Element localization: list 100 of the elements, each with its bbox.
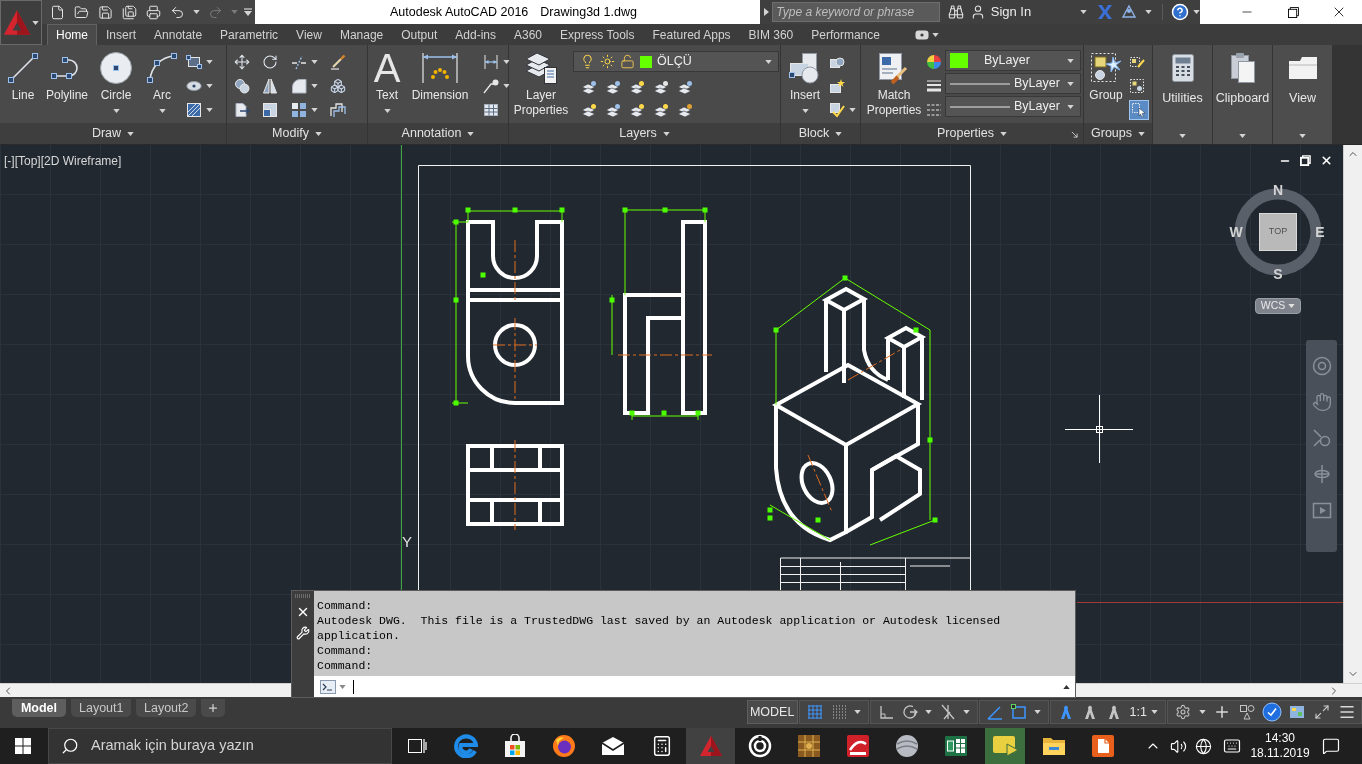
menu-icon[interactable] bbox=[1337, 703, 1356, 721]
brush-icon[interactable] bbox=[330, 54, 346, 70]
document-tile-icon[interactable] bbox=[1090, 734, 1115, 758]
caret-icon[interactable] bbox=[310, 60, 318, 64]
calculator-icon[interactable] bbox=[1170, 53, 1195, 83]
ribbon-tab[interactable]: Insert bbox=[97, 24, 146, 45]
insert-block-icon[interactable] bbox=[788, 51, 822, 85]
close-icon[interactable] bbox=[296, 605, 310, 619]
caret-icon[interactable] bbox=[1198, 710, 1206, 714]
caret-icon[interactable] bbox=[1151, 710, 1158, 714]
sphere-icon[interactable] bbox=[894, 734, 919, 758]
dimension-icon[interactable] bbox=[420, 51, 460, 85]
line-sample-icon[interactable] bbox=[950, 82, 1010, 85]
panel-title-button[interactable]: Annotation bbox=[401, 124, 475, 143]
linear-dimension-icon[interactable] bbox=[483, 54, 499, 70]
caret-icon[interactable] bbox=[32, 20, 39, 25]
settings-icon[interactable] bbox=[1174, 704, 1191, 720]
caret-icon[interactable] bbox=[206, 108, 213, 112]
trim-icon[interactable] bbox=[290, 54, 307, 70]
caret-icon[interactable] bbox=[1239, 134, 1246, 138]
circle-arrow-icon[interactable] bbox=[901, 704, 918, 720]
caret-icon[interactable] bbox=[1080, 10, 1088, 14]
block-shapes-icon[interactable] bbox=[829, 54, 845, 70]
triangle-nodes-icon[interactable] bbox=[1121, 4, 1138, 20]
group-tool-button[interactable]: Group bbox=[1086, 45, 1126, 123]
caret-icon[interactable] bbox=[1034, 710, 1042, 714]
caret-icon[interactable] bbox=[963, 710, 971, 714]
square-snap-icon[interactable] bbox=[1010, 704, 1027, 720]
help-icon[interactable] bbox=[1171, 3, 1189, 21]
shapes-icon[interactable] bbox=[1238, 704, 1255, 720]
caret-icon[interactable] bbox=[467, 131, 475, 136]
layers-icon[interactable] bbox=[524, 51, 558, 85]
caret-icon[interactable] bbox=[854, 710, 862, 714]
rotate-icon[interactable] bbox=[262, 54, 278, 70]
model-space-button[interactable]: MODEL bbox=[746, 700, 798, 724]
globe-icon[interactable] bbox=[1195, 737, 1212, 755]
line-weights-icon[interactable] bbox=[926, 78, 942, 94]
command-prompt-icon[interactable] bbox=[320, 679, 336, 694]
layer-stack-icon[interactable] bbox=[629, 79, 645, 96]
panel-title-button[interactable]: Modify bbox=[272, 124, 322, 143]
circle-tool-button[interactable]: Circle bbox=[92, 45, 140, 123]
lightbulb-icon[interactable] bbox=[580, 54, 595, 69]
shopping-bag-icon[interactable] bbox=[502, 734, 527, 758]
ribbon-tab[interactable]: Express Tools bbox=[551, 24, 644, 45]
ribbon-tab[interactable]: Add-ins bbox=[446, 24, 505, 45]
layer-stack-icon[interactable] bbox=[581, 79, 597, 96]
layer-stack-icon[interactable] bbox=[605, 102, 621, 119]
collapsed-panel-button[interactable]: Utilities bbox=[1153, 45, 1212, 144]
close-icon[interactable] bbox=[1320, 154, 1333, 167]
boxes-icon[interactable] bbox=[330, 78, 346, 94]
taskbar-search-field[interactable]: Aramak için buraya yazın bbox=[48, 728, 392, 764]
caret-icon[interactable] bbox=[662, 131, 670, 136]
expand-arrow-icon[interactable] bbox=[763, 8, 769, 16]
leader-icon[interactable] bbox=[483, 78, 499, 94]
sun-icon[interactable] bbox=[600, 54, 615, 69]
layer-stack-icon[interactable] bbox=[677, 102, 693, 119]
grid-icon[interactable] bbox=[806, 704, 823, 720]
right-angle-icon[interactable] bbox=[877, 704, 894, 720]
viewport-controls-label[interactable]: [-][Top][2D Wireframe] bbox=[4, 152, 122, 170]
layer-stack-icon[interactable] bbox=[653, 102, 669, 119]
ribbon-tab[interactable]: BIM 360 bbox=[739, 24, 803, 45]
four-arrows-icon[interactable] bbox=[234, 54, 250, 70]
ribbon-tab[interactable]: Performance bbox=[802, 24, 889, 45]
dimension-tool-button[interactable]: Dimension bbox=[407, 45, 473, 123]
browser-logo-icon[interactable] bbox=[453, 734, 478, 758]
caret-icon[interactable] bbox=[931, 32, 939, 37]
spreadsheet-icon[interactable] bbox=[943, 734, 968, 758]
compass-direction-label[interactable]: W bbox=[1229, 224, 1243, 240]
lineweight-dropdown[interactable]: ByLayer bbox=[945, 73, 1081, 94]
grip-dots-icon[interactable] bbox=[295, 594, 311, 598]
check-shapes-icon[interactable] bbox=[829, 102, 845, 118]
ribbon-tab[interactable]: Annotate bbox=[145, 24, 212, 45]
collapsed-panel-button[interactable]: Clipboard bbox=[1213, 45, 1272, 144]
layout-tab[interactable]: Model bbox=[12, 699, 66, 717]
block-star-icon[interactable] bbox=[829, 78, 845, 94]
panel-toggle-icon[interactable] bbox=[914, 29, 929, 40]
layout-tab[interactable]: Layout1 bbox=[71, 699, 131, 717]
plus-icon[interactable] bbox=[207, 702, 219, 714]
dashed-box-pencil-icon[interactable] bbox=[1129, 54, 1145, 70]
text-tool-button[interactable]: A Text bbox=[371, 45, 403, 123]
layer-stack-icon[interactable] bbox=[629, 102, 645, 119]
layer-stack-icon[interactable] bbox=[581, 102, 597, 119]
dashed-box-shapes-icon[interactable] bbox=[1129, 78, 1145, 94]
layer-stack-icon[interactable] bbox=[605, 79, 621, 96]
ribbon-tab[interactable]: Output bbox=[392, 24, 447, 45]
clipboard-icon[interactable] bbox=[1229, 52, 1256, 84]
grid-tile-icon[interactable] bbox=[796, 734, 821, 758]
scale-squares-icon[interactable] bbox=[262, 102, 278, 118]
search-icon[interactable] bbox=[61, 737, 79, 755]
search-field[interactable]: Type a keyword or phrase bbox=[772, 2, 940, 22]
keyboard-icon[interactable] bbox=[1221, 737, 1243, 755]
circle-icon[interactable] bbox=[99, 51, 133, 85]
arc-icon[interactable] bbox=[145, 51, 179, 85]
printer-icon[interactable] bbox=[145, 4, 161, 20]
caret-icon[interactable] bbox=[383, 109, 391, 113]
angle-icon[interactable] bbox=[986, 704, 1003, 720]
customize-menu-icon[interactable] bbox=[244, 8, 252, 16]
window-tab-icon[interactable] bbox=[1287, 55, 1318, 81]
sign-in-button[interactable]: Sign In bbox=[985, 2, 1088, 22]
mirror-triangles-icon[interactable] bbox=[262, 78, 278, 94]
